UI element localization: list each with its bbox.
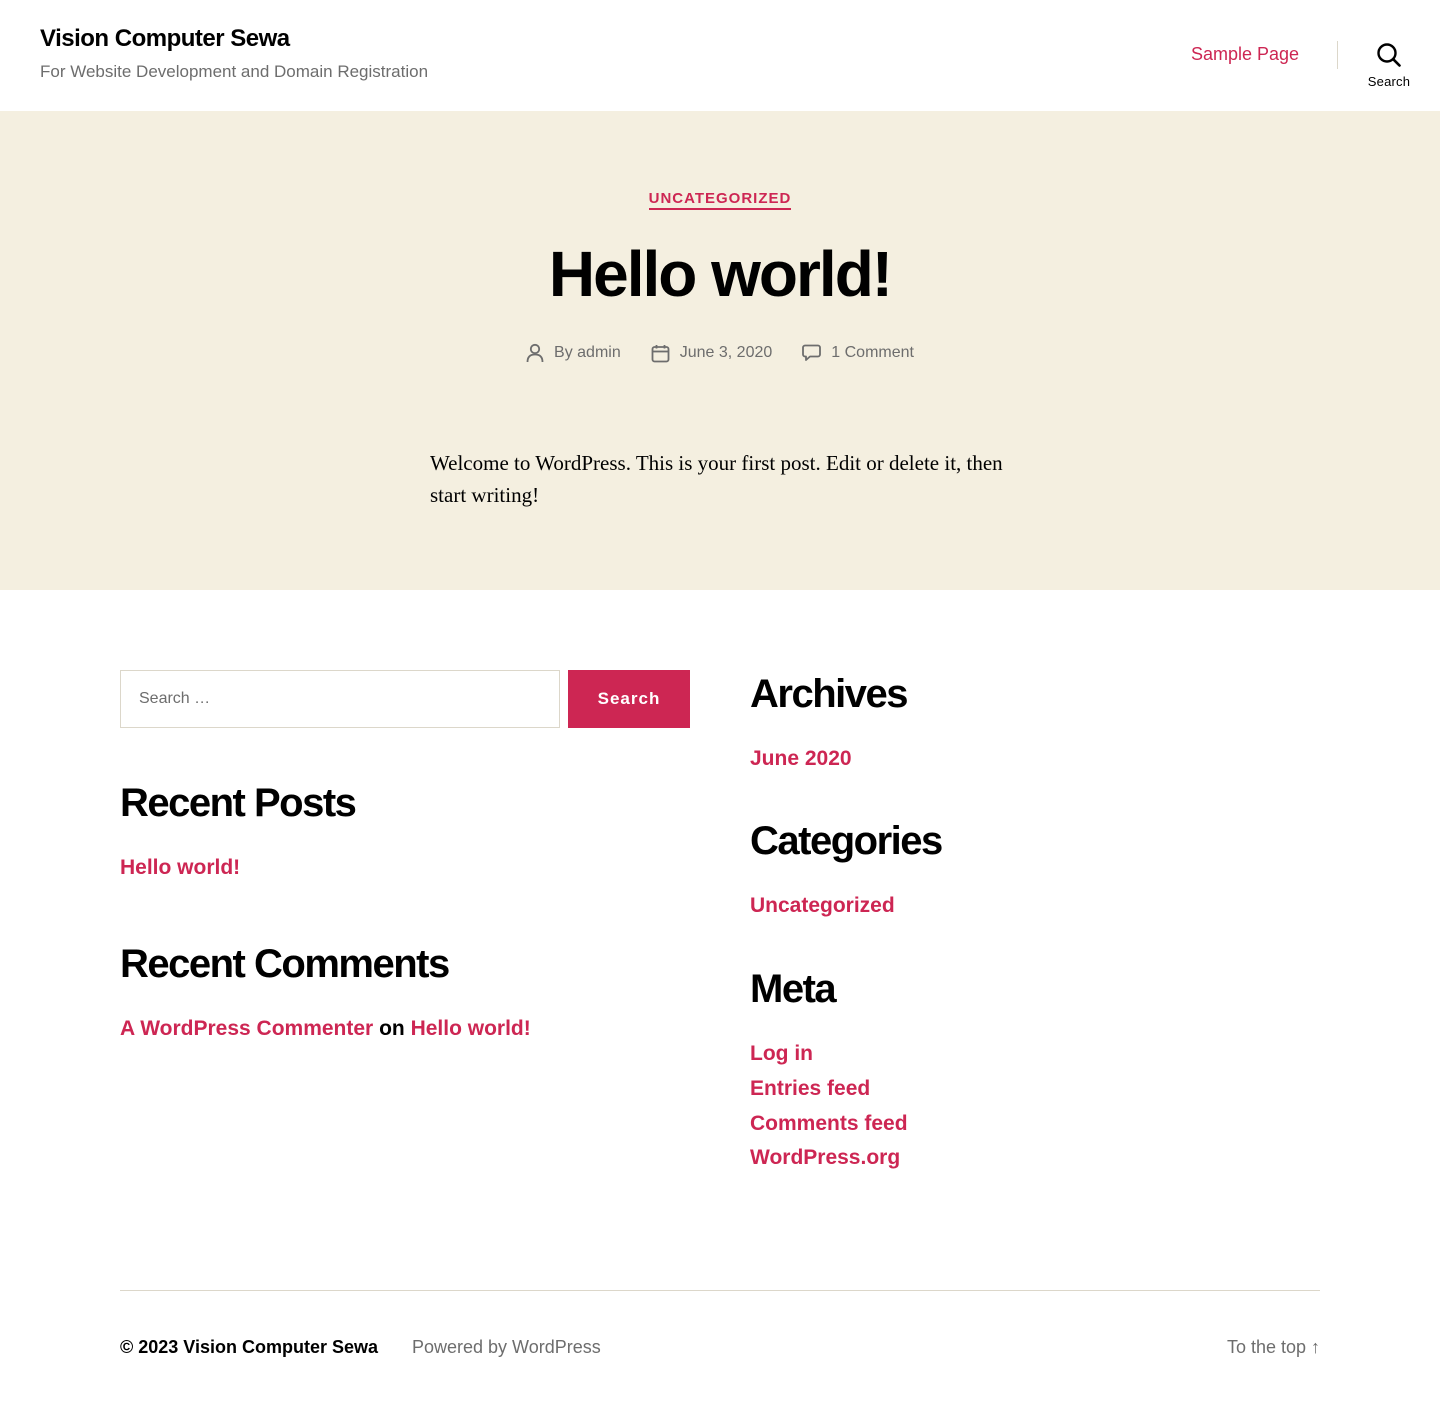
category-link[interactable]: Uncategorized bbox=[750, 889, 1320, 924]
post-meta: By admin June 3, 2020 1 Comment bbox=[0, 343, 1440, 363]
widget-recent-posts: Recent Posts Hello world! bbox=[120, 779, 690, 886]
comment-connector: on bbox=[379, 1016, 405, 1040]
site-title-link[interactable]: Vision Computer Sewa bbox=[40, 25, 290, 53]
widget-title-meta: Meta bbox=[750, 967, 837, 1012]
calendar-icon bbox=[651, 344, 670, 362]
widget-title-archives: Archives bbox=[750, 672, 908, 716]
post-title: Hello world! bbox=[548, 238, 893, 310]
post-comments: 1 Comment bbox=[802, 343, 914, 363]
to-the-top-link[interactable]: To the top ↑ bbox=[1227, 1337, 1320, 1358]
meta-link-comments-feed[interactable]: Comments feed bbox=[750, 1107, 1320, 1142]
site-header: Vision Computer Sewa For Website Develop… bbox=[0, 0, 1440, 111]
author-icon bbox=[526, 343, 544, 363]
meta-link-entries-feed[interactable]: Entries feed bbox=[750, 1072, 1320, 1107]
search-toggle-label: Search bbox=[1367, 74, 1411, 89]
widget-title-categories: Categories bbox=[750, 818, 943, 863]
nav-divider bbox=[1337, 41, 1338, 69]
search-icon bbox=[1377, 43, 1401, 67]
widgets-column-right: Archives June 2020 Categories Uncategori… bbox=[750, 670, 1320, 1176]
post-header: UNCATEGORIZED Hello world! By admin June… bbox=[0, 111, 1440, 590]
site-description: For Website Development and Domain Regis… bbox=[40, 62, 429, 81]
meta-link-wordpress-org[interactable]: WordPress.org bbox=[750, 1141, 1320, 1176]
widget-categories: Categories Uncategorized bbox=[750, 817, 1320, 924]
nav-item-sample-page[interactable]: Sample Page bbox=[1191, 44, 1299, 65]
meta-link-login[interactable]: Log in bbox=[750, 1037, 1320, 1072]
widget-title-recent-posts: Recent Posts bbox=[120, 781, 357, 825]
widget-archives: Archives June 2020 bbox=[750, 670, 1320, 777]
footer-powered-by[interactable]: Powered by WordPress bbox=[412, 1337, 601, 1358]
author-prefix: By bbox=[554, 344, 573, 361]
widget-search-form: Search bbox=[120, 670, 690, 728]
widget-recent-comments: Recent Comments A WordPress Commenter on… bbox=[120, 940, 690, 1047]
search-submit-button[interactable]: Search bbox=[568, 670, 690, 728]
post-content: Welcome to WordPress. This is your first… bbox=[430, 451, 1003, 507]
widget-meta: Meta Log in Entries feed Comments feed W… bbox=[750, 965, 1320, 1176]
author-link[interactable]: admin bbox=[577, 344, 621, 361]
post-date: June 3, 2020 bbox=[651, 343, 773, 363]
recent-comment-item: A WordPress Commenter on Hello world! bbox=[120, 1012, 690, 1047]
comment-post-link[interactable]: Hello world! bbox=[411, 1017, 531, 1040]
footer-divider bbox=[120, 1290, 1320, 1291]
widgets-column-left: Search Recent Posts Hello world! Recent … bbox=[120, 670, 690, 1046]
post-category: UNCATEGORIZED bbox=[0, 190, 1440, 210]
post-date-link[interactable]: June 3, 2020 bbox=[680, 344, 773, 362]
post-author: By admin bbox=[526, 343, 621, 363]
widget-title-recent-comments: Recent Comments bbox=[120, 941, 450, 986]
category-link-uncategorized[interactable]: UNCATEGORIZED bbox=[648, 190, 792, 210]
search-input[interactable] bbox=[120, 670, 560, 728]
comment-author-link[interactable]: A WordPress Commenter bbox=[120, 1017, 373, 1040]
archive-link[interactable]: June 2020 bbox=[750, 742, 1320, 777]
comments-link[interactable]: 1 Comment bbox=[831, 344, 914, 362]
recent-post-link[interactable]: Hello world! bbox=[120, 851, 690, 886]
search-toggle-button[interactable]: Search bbox=[1360, 40, 1418, 96]
comment-icon bbox=[802, 344, 822, 361]
footer-copyright[interactable]: © 2023 Vision Computer Sewa bbox=[120, 1337, 378, 1358]
